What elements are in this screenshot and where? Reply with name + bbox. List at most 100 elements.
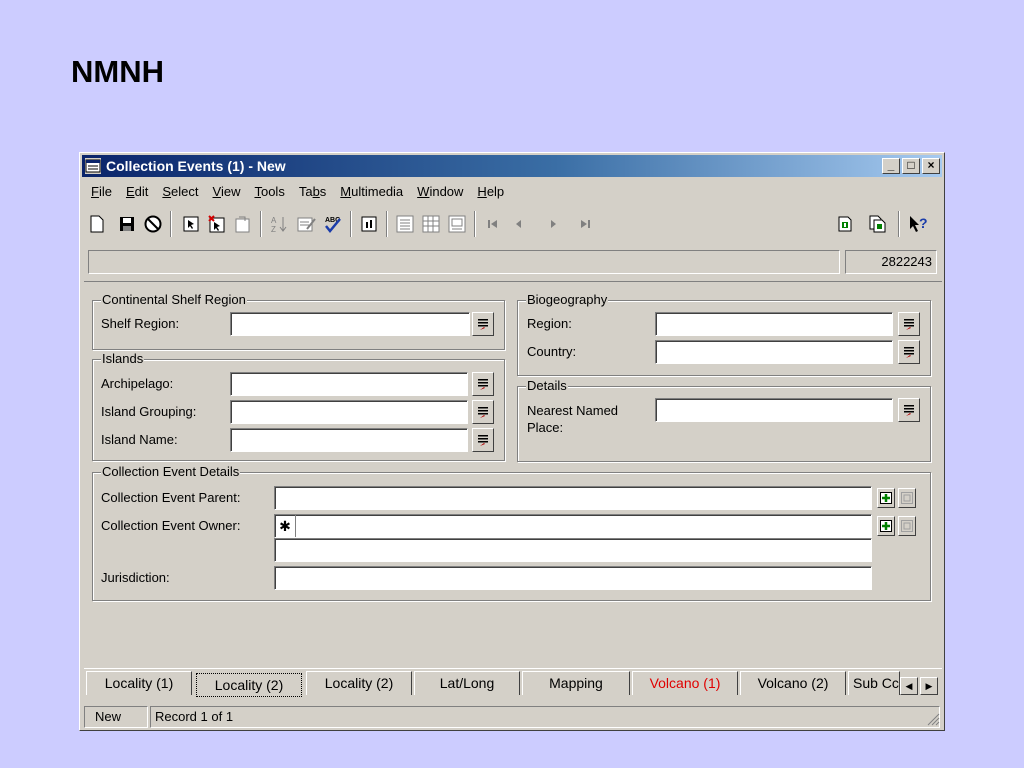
menu-bar: File Edit Select View Tools Tabs Multime… bbox=[84, 182, 511, 202]
toolbar-separator bbox=[474, 211, 476, 237]
toolbar: AZ ABC ? bbox=[84, 207, 940, 239]
menu-multimedia[interactable]: Multimedia bbox=[333, 182, 410, 202]
toolbar-separator bbox=[386, 211, 388, 237]
tab-scroll-right-button[interactable]: ▶ bbox=[920, 677, 938, 695]
nearest-named-place-label: Nearest Named Place: bbox=[527, 403, 619, 435]
grid-view-icon[interactable] bbox=[420, 213, 442, 235]
window-title: Collection Events (1) - New bbox=[106, 158, 286, 174]
view-parent-button[interactable] bbox=[898, 488, 916, 508]
menu-view[interactable]: View bbox=[206, 182, 248, 202]
collection-event-details-group: Collection Event Details Collection Even… bbox=[92, 464, 931, 601]
status-mode: New bbox=[84, 706, 148, 728]
shelf-region-lookup-button[interactable] bbox=[472, 312, 494, 336]
island-grouping-lookup-button[interactable] bbox=[472, 400, 494, 424]
shelf-region-input[interactable] bbox=[230, 312, 470, 336]
edit-icon[interactable] bbox=[296, 213, 318, 235]
archipelago-input[interactable] bbox=[230, 372, 468, 396]
new-row-marker: ✱ bbox=[275, 515, 296, 537]
app-icon bbox=[85, 158, 101, 174]
svg-text:Z: Z bbox=[271, 225, 276, 233]
biogeography-group: Biogeography Region: Country: bbox=[517, 292, 931, 376]
svg-text:?: ? bbox=[919, 215, 928, 231]
add-owner-button[interactable] bbox=[877, 516, 895, 536]
archipelago-label: Archipelago: bbox=[101, 376, 174, 391]
last-record-icon[interactable] bbox=[574, 213, 596, 235]
tab-volcano-2[interactable]: Volcano (2) bbox=[740, 671, 846, 695]
region-input[interactable] bbox=[655, 312, 893, 336]
jurisdiction-label: Jurisdiction: bbox=[101, 570, 170, 585]
menu-window[interactable]: Window bbox=[410, 182, 470, 202]
tab-locality-1[interactable]: Locality (1) bbox=[86, 671, 192, 695]
menu-tools[interactable]: Tools bbox=[247, 182, 291, 202]
title-bar[interactable]: Collection Events (1) - New _ □ × bbox=[82, 155, 942, 177]
menu-select[interactable]: Select bbox=[155, 182, 205, 202]
menu-tabs[interactable]: Tabs bbox=[292, 182, 333, 202]
delete-select-icon[interactable] bbox=[206, 213, 228, 235]
continental-shelf-legend: Continental Shelf Region bbox=[101, 292, 247, 307]
close-button[interactable]: × bbox=[922, 158, 940, 174]
nearest-named-place-lookup-button[interactable] bbox=[898, 398, 920, 422]
next-record-icon[interactable] bbox=[542, 213, 564, 235]
view-owner-button[interactable] bbox=[898, 516, 916, 536]
island-name-input[interactable] bbox=[230, 428, 468, 452]
collection-event-owner-label: Collection Event Owner: bbox=[101, 518, 241, 533]
tab-locality-2-active[interactable]: Locality (2) bbox=[196, 673, 302, 697]
collection-event-parent-input[interactable] bbox=[274, 486, 872, 510]
minimize-button[interactable]: _ bbox=[882, 158, 900, 174]
record-id-field: 2822243 bbox=[845, 250, 937, 274]
nearest-named-place-input[interactable] bbox=[655, 398, 893, 422]
cancel-icon[interactable] bbox=[142, 213, 164, 235]
jurisdiction-input[interactable] bbox=[274, 566, 872, 590]
menu-edit[interactable]: Edit bbox=[119, 182, 155, 202]
copy-report-icon[interactable] bbox=[866, 213, 888, 235]
region-lookup-button[interactable] bbox=[898, 312, 920, 336]
copy-icon[interactable] bbox=[232, 213, 254, 235]
spell-check-icon[interactable]: ABC bbox=[322, 213, 344, 235]
prev-record-icon[interactable] bbox=[508, 213, 530, 235]
tab-volcano-1[interactable]: Volcano (1) bbox=[632, 671, 738, 695]
tab-lat-long[interactable]: Lat/Long bbox=[414, 671, 520, 695]
island-name-lookup-button[interactable] bbox=[472, 428, 494, 452]
form-pane: Continental Shelf Region Shelf Region: I… bbox=[84, 281, 942, 669]
toolbar-separator bbox=[170, 211, 172, 237]
add-parent-button[interactable] bbox=[877, 488, 895, 508]
biogeography-legend: Biogeography bbox=[526, 292, 609, 307]
shelf-region-label: Shelf Region: bbox=[101, 316, 180, 331]
tab-scroll-left-button[interactable]: ◀ bbox=[900, 677, 918, 695]
islands-legend: Islands bbox=[101, 351, 145, 366]
save-icon[interactable] bbox=[116, 213, 138, 235]
svg-text:A: A bbox=[271, 216, 277, 225]
tab-locality-2[interactable]: Locality (2) bbox=[306, 671, 412, 695]
tab-sub-cc[interactable]: Sub Cc bbox=[848, 671, 900, 695]
menu-file[interactable]: File bbox=[84, 182, 119, 202]
select-icon[interactable] bbox=[180, 213, 202, 235]
collection-event-owner-row-2[interactable] bbox=[274, 538, 872, 562]
toolbar-separator bbox=[260, 211, 262, 237]
country-input[interactable] bbox=[655, 340, 893, 364]
continental-shelf-group: Continental Shelf Region Shelf Region: bbox=[92, 292, 505, 350]
collection-event-parent-label: Collection Event Parent: bbox=[101, 490, 241, 505]
details-legend: Details bbox=[526, 378, 568, 393]
island-name-label: Island Name: bbox=[101, 432, 178, 447]
island-grouping-label: Island Grouping: bbox=[101, 404, 197, 419]
collection-event-owner-input[interactable]: ✱ bbox=[274, 514, 872, 538]
new-icon[interactable] bbox=[86, 213, 108, 235]
country-lookup-button[interactable] bbox=[898, 340, 920, 364]
image-view-icon[interactable] bbox=[446, 213, 468, 235]
help-icon[interactable]: ? bbox=[908, 213, 930, 235]
menu-help[interactable]: Help bbox=[470, 182, 511, 202]
sort-icon[interactable]: AZ bbox=[268, 213, 290, 235]
status-record: Record 1 of 1 bbox=[150, 706, 940, 728]
message-bar bbox=[88, 250, 840, 274]
list-view-icon[interactable] bbox=[394, 213, 416, 235]
report-icon[interactable] bbox=[834, 213, 856, 235]
collection-events-window: Collection Events (1) - New _ □ × File E… bbox=[79, 152, 945, 731]
maximize-button[interactable]: □ bbox=[902, 158, 920, 174]
first-record-icon[interactable] bbox=[482, 213, 504, 235]
details-icon[interactable] bbox=[358, 213, 380, 235]
island-grouping-input[interactable] bbox=[230, 400, 468, 424]
archipelago-lookup-button[interactable] bbox=[472, 372, 494, 396]
resize-grip-icon[interactable] bbox=[926, 712, 940, 726]
toolbar-separator bbox=[350, 211, 352, 237]
tab-mapping[interactable]: Mapping bbox=[522, 671, 630, 695]
